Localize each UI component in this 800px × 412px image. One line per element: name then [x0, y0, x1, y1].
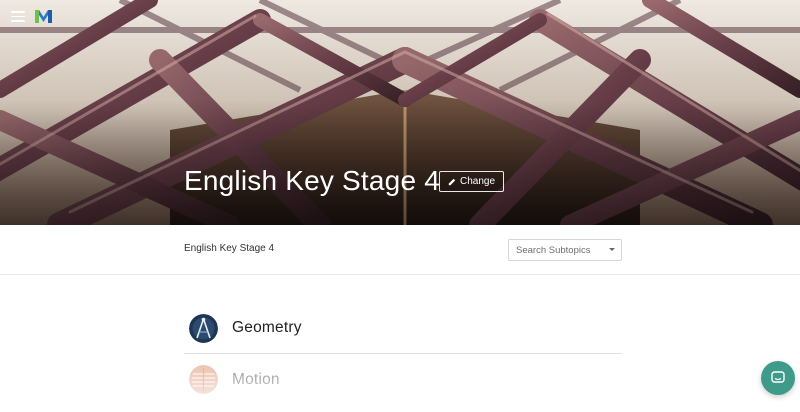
topic-item-geometry[interactable]: Geometry	[184, 303, 622, 354]
chevron-down-icon	[609, 248, 615, 251]
logo-icon[interactable]	[35, 9, 52, 23]
search-subtopics-select[interactable]	[508, 239, 622, 261]
chat-button[interactable]	[761, 361, 795, 395]
topic-label: Geometry	[232, 319, 302, 336]
topic-label: Motion	[232, 370, 280, 388]
pencil-icon	[448, 178, 456, 185]
hamburger-menu-icon[interactable]	[11, 11, 25, 22]
topic-list: Geometry Motion	[184, 303, 622, 405]
search-subtopics-input[interactable]	[509, 240, 605, 261]
motion-icon	[189, 365, 218, 394]
breadcrumb: English Key Stage 4	[184, 243, 275, 254]
subheader-bar: English Key Stage 4	[0, 225, 800, 275]
change-button-label: Change	[459, 176, 496, 187]
page-title: English Key Stage 4	[184, 165, 440, 196]
compass-icon	[189, 313, 218, 343]
change-button[interactable]: Change	[439, 171, 504, 192]
hero-banner: English Key Stage 4 Change	[0, 0, 800, 225]
chat-icon	[771, 371, 785, 383]
topic-item-motion[interactable]: Motion	[184, 354, 622, 405]
